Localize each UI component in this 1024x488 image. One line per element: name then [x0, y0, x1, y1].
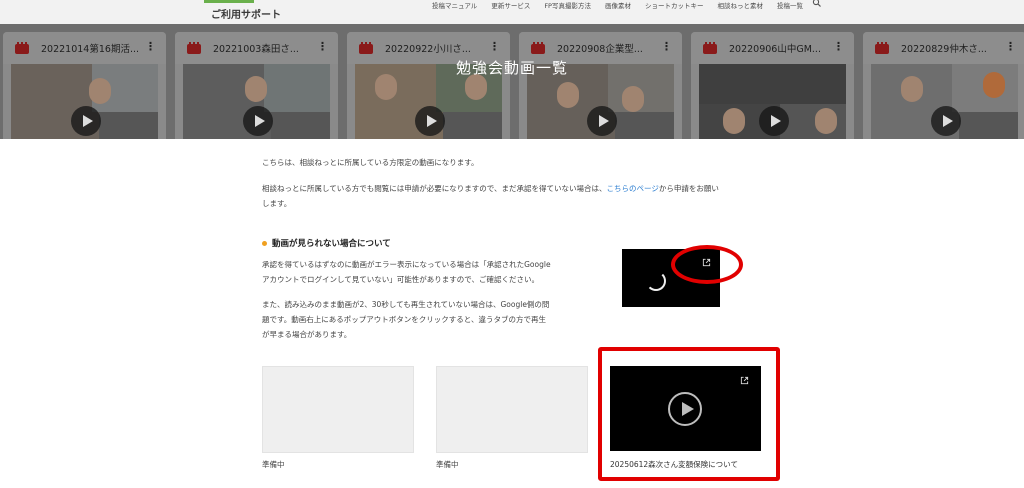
youtube-icon: [359, 42, 373, 54]
play-icon[interactable]: [587, 106, 617, 136]
video-placeholder: [436, 366, 588, 453]
access-note: 相談ねっとに所属している方でも閲覧には申請が必要になりますので、まだ承認を得てい…: [262, 181, 719, 196]
highlight-box: [598, 347, 780, 481]
play-icon[interactable]: [243, 106, 273, 136]
more-options-icon[interactable]: ⋮: [1005, 40, 1016, 53]
nav-item-update-service[interactable]: 更新サービス: [491, 0, 530, 10]
youtube-icon: [531, 42, 545, 54]
main-content: こちらは、相談ねっとに所属している方限定の動画になります。 相談ねっとに所属して…: [0, 139, 1024, 488]
play-icon[interactable]: [759, 106, 789, 136]
youtube-icon: [187, 42, 201, 54]
nav-item-manual[interactable]: 投稿マニュアル: [432, 0, 477, 10]
video-thumbnail[interactable]: 20220922小川さ... ⋮: [347, 32, 510, 139]
video-title: 20220922小川さ...: [385, 44, 471, 55]
youtube-icon: [875, 42, 889, 54]
site-header: ご利用サポート 投稿マニュアル 更新サービス FP写真撮影方法 画像素材 ショー…: [0, 0, 1024, 24]
more-options-icon[interactable]: ⋮: [661, 40, 672, 53]
video-thumbnail[interactable]: 20221014第16期活... ⋮: [3, 32, 166, 139]
trouble-heading-text: 動画が見られない場合について: [272, 239, 391, 249]
play-icon[interactable]: [415, 106, 445, 136]
paragraph-line: 題です。動画右上にあるポップアウトボタンをクリックすると、違うタブの方で再生: [262, 315, 546, 324]
play-icon[interactable]: [931, 106, 961, 136]
card-label: 準備中: [436, 460, 459, 469]
nav-item-post-list[interactable]: 投稿一覧: [777, 0, 803, 10]
play-icon[interactable]: [71, 106, 101, 136]
nav-item-image-assets[interactable]: 画像素材: [605, 0, 631, 10]
paragraph-line: アカウントでログインして見ていない」可能性がありますので、ご確認ください。: [262, 275, 539, 284]
video-thumbnail[interactable]: 20220908企業型... ⋮: [519, 32, 682, 139]
video-thumbnail[interactable]: 20220829仲木さ... ⋮: [863, 32, 1024, 139]
logo-accent: [204, 0, 254, 3]
access-note-text-end: から申請をお願い: [658, 184, 719, 193]
trouble-paragraph-2: また、読み込みのまま動画が2、30秒しても再生されていない場合は、Google側…: [262, 297, 580, 342]
video-title: 20220906山中GM...: [729, 44, 821, 55]
access-note-continued: します。: [262, 199, 292, 208]
hero-banner: 20221014第16期活... ⋮ 20221003森田さ... ⋮ 2022…: [0, 24, 1024, 139]
trouble-heading: 動画が見られない場合について: [262, 237, 391, 249]
page-title: 勉強会動画一覧: [455, 59, 568, 77]
video-placeholder: [262, 366, 414, 453]
paragraph-line: 承認を得ているはずなのに動画がエラー表示になっている場合は「承認されたGoogl…: [262, 260, 551, 269]
apply-page-link[interactable]: こちらのページ: [606, 184, 658, 193]
youtube-icon: [15, 42, 29, 54]
paragraph-line: また、読み込みのまま動画が2、30秒しても再生されていない場合は、Google側…: [262, 300, 550, 309]
video-thumbnail[interactable]: 20220906山中GM... ⋮: [691, 32, 854, 139]
nav-item-soudan-assets[interactable]: 相談ねっと素材: [717, 0, 763, 10]
more-options-icon[interactable]: ⋮: [145, 40, 156, 53]
video-title: 20220829仲木さ...: [901, 44, 987, 55]
trouble-paragraph-1: 承認を得ているはずなのに動画がエラー表示になっている場合は「承認されたGoogl…: [262, 257, 580, 287]
main-nav: 投稿マニュアル 更新サービス FP写真撮影方法 画像素材 ショートカットキー 相…: [432, 0, 803, 10]
video-thumbnail[interactable]: 20221003森田さ... ⋮: [175, 32, 338, 139]
youtube-icon: [703, 42, 717, 54]
nav-item-fp-photo[interactable]: FP写真撮影方法: [544, 0, 591, 10]
video-title: 20221003森田さ...: [213, 44, 299, 55]
intro-text: こちらは、相談ねっとに所属している方限定の動画になります。: [262, 158, 479, 167]
card-label: 準備中: [262, 460, 285, 469]
site-name[interactable]: ご利用サポート: [211, 6, 281, 21]
search-icon[interactable]: [812, 0, 822, 8]
loading-spinner-icon: [646, 271, 666, 291]
access-note-text: 相談ねっとに所属している方でも閲覧には申請が必要になりますので、まだ承認を得てい…: [262, 184, 607, 193]
nav-item-shortcut-keys[interactable]: ショートカットキー: [645, 0, 704, 10]
video-title: 20220908企業型...: [557, 44, 643, 55]
highlight-ellipse: [671, 245, 743, 284]
video-title: 20221014第16期活...: [41, 44, 140, 55]
paragraph-line: が早まる場合があります。: [262, 330, 352, 339]
more-options-icon[interactable]: ⋮: [317, 40, 328, 53]
more-options-icon[interactable]: ⋮: [489, 40, 500, 53]
more-options-icon[interactable]: ⋮: [833, 40, 844, 53]
bullet-icon: [262, 241, 267, 246]
